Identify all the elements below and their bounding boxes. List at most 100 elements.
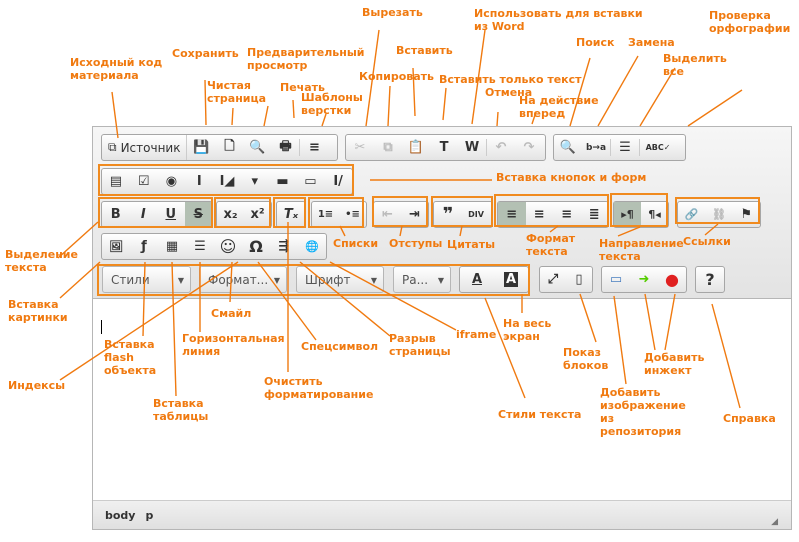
save-icon[interactable]: 💾 bbox=[187, 135, 215, 160]
annotation-repo-image: Добавить изображение из репозитория bbox=[600, 386, 686, 438]
paste-icon[interactable]: 📋 bbox=[402, 135, 430, 160]
chevron-down-icon: ▼ bbox=[437, 276, 444, 285]
maximize-icon[interactable]: ⤢ bbox=[540, 267, 566, 292]
annotation-paste: Вставить bbox=[396, 44, 453, 57]
table-icon[interactable]: ▦ bbox=[158, 234, 186, 259]
rich-text-editor: ⧉ Источник 💾 🗋 🔍 🖶 ≡ ✂ ⧉ 📋 T W ↶ ↷ 🔍 b→a … bbox=[92, 126, 792, 530]
anchor-icon[interactable]: ⚑ bbox=[733, 202, 760, 227]
blocks-group: ❞ DIV bbox=[433, 201, 493, 228]
annotation-indents: Отступы bbox=[389, 237, 443, 250]
textarea-icon[interactable]: I◢ bbox=[213, 169, 241, 194]
replace-icon[interactable]: b→a bbox=[582, 135, 610, 160]
spellcheck-icon[interactable]: ABC✓ bbox=[640, 135, 676, 160]
preview-icon[interactable]: 🔍 bbox=[243, 135, 271, 160]
numbered-list-icon[interactable]: 1≡ bbox=[312, 202, 339, 227]
cut-icon[interactable]: ✂ bbox=[346, 135, 374, 160]
repository-image-icon[interactable]: ▭ bbox=[602, 267, 630, 292]
source-button[interactable]: ⧉ Источник bbox=[102, 135, 188, 160]
horizontal-line-icon[interactable]: ☰ bbox=[186, 234, 214, 259]
templates-icon[interactable]: ≡ bbox=[300, 135, 328, 160]
redo-icon[interactable]: ↷ bbox=[515, 135, 543, 160]
annotation-source: Исходный код материала bbox=[70, 56, 163, 82]
source-icon: ⧉ bbox=[108, 140, 117, 154]
page-break-icon[interactable]: ⇶ bbox=[270, 234, 298, 259]
bg-color-icon[interactable]: A bbox=[503, 272, 519, 287]
blockquote-icon[interactable]: ❞ bbox=[434, 202, 462, 227]
select-field-icon[interactable]: ▾ bbox=[241, 169, 269, 194]
superscript-icon[interactable]: x² bbox=[244, 202, 271, 227]
iframe-icon[interactable]: 🌐 bbox=[298, 234, 326, 259]
annotation-removeformat: Очистить форматирование bbox=[264, 375, 374, 401]
forms-group: ▤ ☑ ◉ I I◢ ▾ ▬ ▭ I/ bbox=[101, 168, 353, 195]
annotation-select-all: Выделить все bbox=[663, 52, 727, 78]
align-right-icon[interactable]: ≡ bbox=[553, 202, 581, 227]
paste-word-icon[interactable]: W bbox=[458, 135, 486, 160]
align-center-icon[interactable]: ≡ bbox=[526, 202, 554, 227]
remove-format-icon[interactable]: Tₓ bbox=[277, 202, 305, 227]
annotation-forms: Вставка кнопок и форм bbox=[496, 171, 647, 184]
indent-icon[interactable]: ⇥ bbox=[401, 202, 428, 227]
undo-icon[interactable]: ↶ bbox=[487, 135, 515, 160]
ltr-icon[interactable]: ▸¶ bbox=[614, 202, 641, 227]
copy-icon[interactable]: ⧉ bbox=[374, 135, 402, 160]
removeformat-group: Tₓ bbox=[276, 201, 306, 228]
select-all-icon[interactable]: ☰ bbox=[611, 135, 639, 160]
image-icon[interactable]: 🖼 bbox=[102, 234, 130, 259]
annotation-specialchar: Спецсимвол bbox=[301, 340, 379, 353]
stop-icon[interactable]: ● bbox=[658, 267, 686, 292]
annotation-preview: Предварительный просмотр bbox=[247, 46, 365, 72]
annotation-find: Поиск bbox=[576, 36, 615, 49]
smiley-icon[interactable]: ☺ bbox=[214, 234, 242, 259]
chevron-down-icon: ▼ bbox=[177, 276, 184, 285]
inject-icon[interactable]: ➜ bbox=[630, 267, 658, 292]
format-combo[interactable]: Формат... ▼ bbox=[199, 266, 287, 293]
path-p[interactable]: p bbox=[145, 509, 153, 522]
size-combo[interactable]: Ра... ▼ bbox=[393, 266, 451, 293]
form-icon[interactable]: ▤ bbox=[102, 169, 130, 194]
annotation-lists: Списки bbox=[333, 237, 379, 250]
outdent-icon[interactable]: ⇤ bbox=[374, 202, 401, 227]
align-left-icon[interactable]: ≡ bbox=[498, 202, 526, 227]
annotation-iframe: iframe bbox=[456, 328, 497, 341]
underline-icon[interactable]: U bbox=[157, 202, 185, 227]
annotation-indexes: Индексы bbox=[8, 379, 66, 392]
paste-text-icon[interactable]: T bbox=[430, 135, 458, 160]
annotation-help: Справка bbox=[723, 412, 776, 425]
italic-icon[interactable]: I bbox=[130, 202, 158, 227]
document-group: ⧉ Источник 💾 🗋 🔍 🖶 ≡ bbox=[101, 134, 338, 161]
show-blocks-icon[interactable]: ▯ bbox=[566, 267, 592, 292]
image-button-icon[interactable]: ▭ bbox=[296, 169, 324, 194]
div-icon[interactable]: DIV bbox=[462, 202, 490, 227]
toolbar: ⧉ Источник 💾 🗋 🔍 🖶 ≡ ✂ ⧉ 📋 T W ↶ ↷ 🔍 b→a … bbox=[93, 127, 791, 299]
annotation-templates: Шаблоны верстки bbox=[301, 91, 363, 117]
unlink-icon[interactable]: ⛓ bbox=[705, 202, 732, 227]
new-page-icon[interactable]: 🗋 bbox=[215, 135, 243, 160]
path-body[interactable]: body bbox=[105, 509, 135, 522]
strike-icon[interactable]: S bbox=[184, 202, 212, 227]
annotation-flash: Вставка flash объекта bbox=[104, 338, 157, 377]
checkbox-icon[interactable]: ☑ bbox=[130, 169, 158, 194]
clipboard-group: ✂ ⧉ 📋 T W ↶ ↷ bbox=[345, 134, 546, 161]
rtl-icon[interactable]: ¶◂ bbox=[641, 202, 668, 227]
special-char-icon[interactable]: Ω bbox=[242, 234, 270, 259]
radio-icon[interactable]: ◉ bbox=[158, 169, 186, 194]
bulleted-list-icon[interactable]: •≡ bbox=[339, 202, 366, 227]
flash-icon[interactable]: ƒ bbox=[130, 234, 158, 259]
resize-handle-icon[interactable]: ◢ bbox=[771, 517, 778, 527]
align-justify-icon[interactable]: ≣ bbox=[581, 202, 609, 227]
text-caret bbox=[101, 320, 102, 334]
text-color-icon[interactable]: A bbox=[460, 267, 494, 292]
bold-icon[interactable]: B bbox=[102, 202, 130, 227]
annotation-spell: Проверка орфографии bbox=[709, 9, 791, 35]
find-icon[interactable]: 🔍 bbox=[554, 135, 582, 160]
help-icon[interactable]: ? bbox=[696, 267, 724, 292]
hidden-field-icon[interactable]: I/ bbox=[324, 169, 352, 194]
styles-combo[interactable]: Стили ▼ bbox=[102, 266, 191, 293]
font-combo[interactable]: Шрифт ▼ bbox=[296, 266, 384, 293]
print-icon[interactable]: 🖶 bbox=[271, 135, 299, 160]
form-button-icon[interactable]: ▬ bbox=[269, 169, 297, 194]
link-icon[interactable]: 🔗 bbox=[678, 202, 705, 227]
subscript-icon[interactable]: x₂ bbox=[217, 202, 244, 227]
align-group: ≡ ≡ ≡ ≣ bbox=[497, 201, 609, 228]
textfield-icon[interactable]: I bbox=[185, 169, 213, 194]
